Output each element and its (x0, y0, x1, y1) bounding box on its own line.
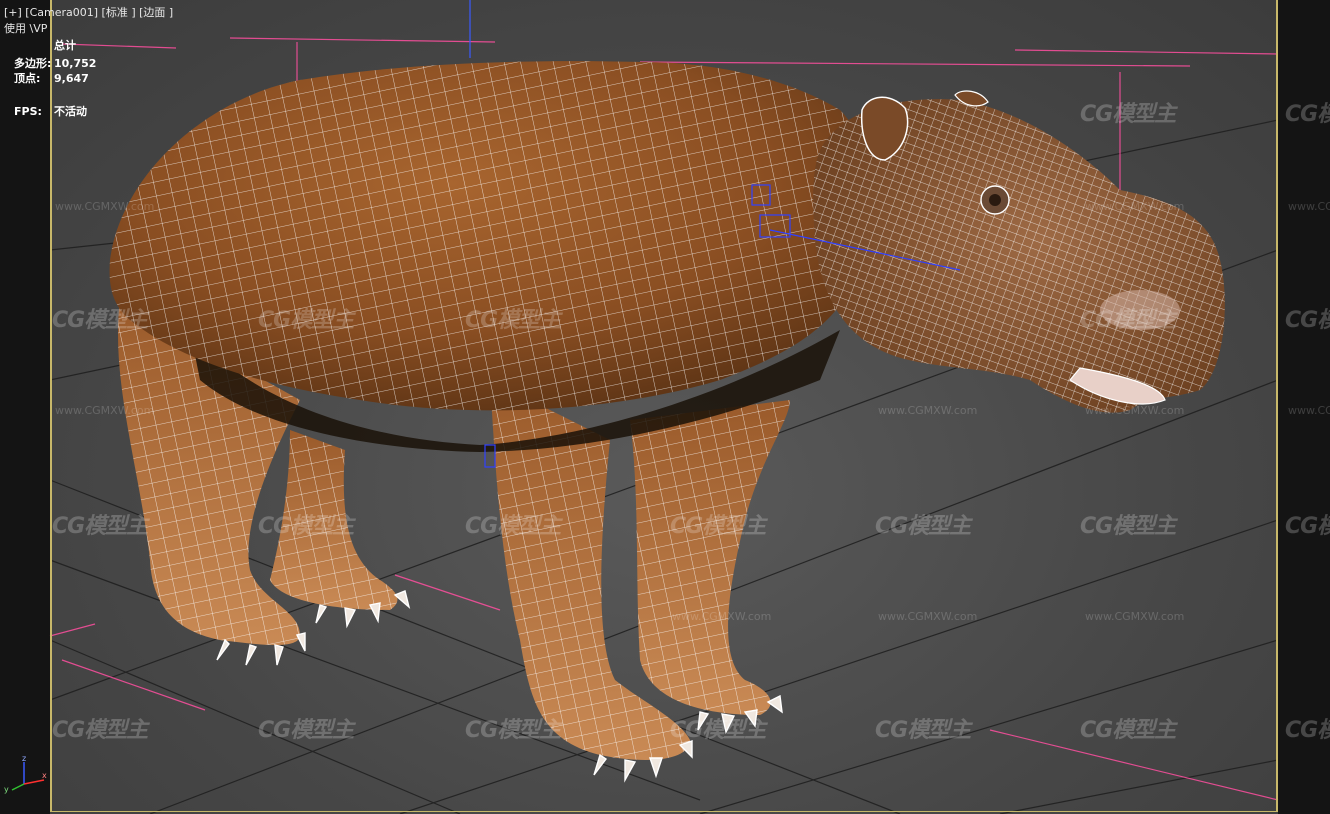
stats-title: 总计 (54, 39, 76, 52)
fps-row: FPS: 不活动 (14, 103, 87, 119)
stats-verts-row: 顶点: 9,647 (14, 70, 89, 86)
watermark-url: www.CGMXW.com (55, 404, 155, 417)
watermark-url: www.CGMXW.com (878, 610, 978, 623)
stats-polys-row: 多边形: 10,752 (14, 55, 96, 71)
watermark-url: www.CGMXW.com (1085, 610, 1185, 623)
watermark-logo: CG模型主 (52, 514, 148, 539)
watermark-logo: CG模型主 (1080, 718, 1176, 743)
watermark-logo: CG模型主 (465, 514, 561, 539)
axis-x-label: x (42, 771, 47, 780)
watermark-url: www.CGMXW.com (1085, 404, 1185, 417)
watermark-logo: CG模型主 (1080, 514, 1176, 539)
fps-value: 不活动 (54, 105, 87, 118)
watermark-logo: CG模型主 (1285, 102, 1330, 127)
watermark-url: www.CGMXW.com (1085, 200, 1185, 213)
watermark-logo: CG模型主 (1080, 102, 1176, 127)
bear-model[interactable] (109, 61, 1225, 783)
watermark-logo: CG模型主 (1285, 308, 1330, 333)
stats-verts-label: 顶点: (14, 72, 41, 85)
stats-verts-value: 9,647 (54, 72, 89, 85)
watermark-logo: CG模型主 (670, 514, 766, 539)
watermark-url: www.CGMXW.com (672, 610, 772, 623)
axis-z-label: z (22, 754, 26, 763)
watermark-url: www.CGMXW.com (55, 200, 155, 213)
axis-y-label: y (4, 785, 9, 794)
stats-polys-label: 多边形: (14, 57, 52, 70)
watermark-logo: CG模型主 (1285, 514, 1330, 539)
watermark-url: www.CGMXW.com (1288, 404, 1330, 417)
watermark-logo: CG模型主 (52, 718, 148, 743)
watermark-url: www.CGMXW.com (878, 404, 978, 417)
watermark-logo: CG模型主 (875, 718, 971, 743)
watermark-logo: CG模型主 (875, 514, 971, 539)
watermark-logo: CG模型主 (1080, 308, 1176, 333)
viewport-label-menu[interactable]: [+] [Camera001] [标准 ] [边面 ] (4, 6, 173, 20)
watermark-logo: CG模型主 (258, 308, 354, 333)
fps-label: FPS: (14, 105, 42, 118)
watermark-logo: CG模型主 (258, 718, 354, 743)
watermark-logo: CG模型主 (52, 308, 148, 333)
watermark-logo: CG模型主 (465, 308, 561, 333)
watermark-url: www.CGMXW.com (1288, 200, 1330, 213)
stats-polys-value: 10,752 (54, 57, 97, 70)
watermark-logo: CG模型主 (1285, 718, 1330, 743)
3d-viewport[interactable]: CG模型主 CG模型主 CG模型主 CG模型主 CG模型主 CG模型主 CG模型… (0, 0, 1330, 814)
watermark-logo: CG模型主 (465, 718, 561, 743)
axis-gizmo-icon: z x y (4, 754, 47, 794)
viewport-sublabel: 使用 \VP (4, 22, 48, 35)
watermark-logo: CG模型主 (670, 718, 766, 743)
watermark-logo: CG模型主 (258, 514, 354, 539)
